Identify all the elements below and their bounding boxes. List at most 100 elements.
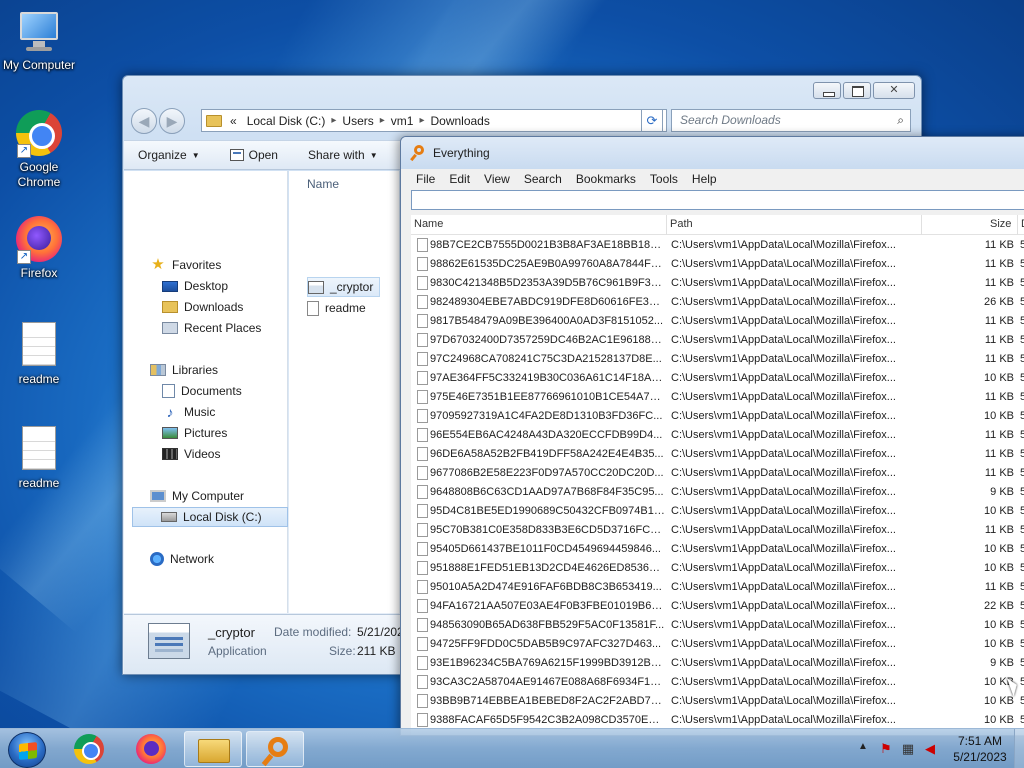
close-button[interactable] <box>873 82 915 99</box>
back-button[interactable]: ◀ <box>131 108 157 134</box>
result-row[interactable]: 94725FF9FDD0C5DAB5B9C97AFC327D463... C:\U… <box>411 635 1024 654</box>
network-status-icon[interactable]: ▦ <box>900 741 916 757</box>
menu-edit[interactable]: Edit <box>442 172 477 186</box>
file-item-readme[interactable]: readme <box>307 298 366 318</box>
taskbar-chrome[interactable] <box>60 731 118 767</box>
show-desktop-button[interactable] <box>1014 729 1024 768</box>
column-header-name[interactable]: Name <box>307 177 339 191</box>
column-header-size[interactable]: Size <box>990 218 1011 230</box>
breadcrumb-vm1[interactable]: vm1 <box>385 114 420 128</box>
open-button[interactable]: Open <box>229 148 278 162</box>
taskbar-explorer[interactable] <box>184 731 242 767</box>
result-row[interactable]: 9830C421348B5D2353A39D5B76C961B9F35... C:… <box>411 274 1024 293</box>
navigation-pane: ★ Favorites Desktop Downloads Recent Plac… <box>124 171 288 613</box>
result-row[interactable]: 93BB9B714EBBEA1BEBED8F2AC2F2ABD7C... C:\U… <box>411 692 1024 711</box>
result-path: C:\Users\vm1\AppData\Local\Mozilla\Firef… <box>671 410 896 422</box>
result-row[interactable]: 9648808B6C63CD1AAD97A7B68F84F35C95... C:\… <box>411 483 1024 502</box>
result-name: 95D4C81BE5ED1990689C50432CFB0974B14... <box>430 505 665 517</box>
nav-favorites[interactable]: ★ Favorites <box>150 255 221 275</box>
everything-search-input[interactable] <box>411 190 1024 210</box>
result-row[interactable]: 97AE364FF5C332419B30C036A61C14F18A3... C:… <box>411 369 1024 388</box>
result-row[interactable]: 95405D661437BE1011F0CD4549694459846... C:… <box>411 540 1024 559</box>
result-row[interactable]: 98B7CE2CB7555D0021B3B8AF3AE18BB180... C:\… <box>411 236 1024 255</box>
nav-desktop[interactable]: Desktop <box>162 276 228 296</box>
nav-recent-places[interactable]: Recent Places <box>162 318 261 338</box>
column-divider[interactable] <box>921 215 922 235</box>
result-row[interactable]: 9677086B2E58E223F0D97A570CC20DC20D... C:\… <box>411 464 1024 483</box>
column-divider[interactable] <box>1017 215 1018 235</box>
result-row[interactable]: 97095927319A1C4FA2DE8D1310B3FD36FC... C:\… <box>411 407 1024 426</box>
result-row[interactable]: 95010A5A2D474E916FAF6BDB8C3B653419... C:\… <box>411 578 1024 597</box>
maximize-button[interactable] <box>843 82 871 99</box>
column-header-name[interactable]: Name <box>414 218 443 230</box>
breadcrumb-downloads[interactable]: Downloads <box>424 114 495 128</box>
result-row[interactable]: 93E1B96234C5BA769A6215F1999BD3912B0... C:… <box>411 654 1024 673</box>
minimize-button[interactable] <box>813 82 841 99</box>
action-center-icon[interactable]: ⚑ <box>878 741 894 757</box>
result-name: 97095927319A1C4FA2DE8D1310B3FD36FC... <box>430 410 663 422</box>
forward-button[interactable]: ▶ <box>159 108 185 134</box>
taskbar-everything[interactable] <box>246 731 304 767</box>
organize-button[interactable]: Organize ▼ <box>138 148 200 162</box>
menu-file[interactable]: File <box>409 172 442 186</box>
computer-icon <box>15 8 63 56</box>
nav-videos[interactable]: Videos <box>162 444 220 464</box>
result-row[interactable]: 97D67032400D7357259DC46B2AC1E961884... C:… <box>411 331 1024 350</box>
result-row[interactable]: 95D4C81BE5ED1990689C50432CFB0974B14... C:… <box>411 502 1024 521</box>
desktop-icon-readme-1[interactable]: readme <box>1 322 77 387</box>
result-row[interactable]: 9817B548479A09BE396400A0AD3F8151052... C:… <box>411 312 1024 331</box>
desktop-icon-google-chrome[interactable]: ↗ Google Chrome <box>1 110 77 190</box>
menu-view[interactable]: View <box>477 172 517 186</box>
address-overflow[interactable]: « <box>226 114 241 128</box>
nav-my-computer[interactable]: My Computer <box>150 486 244 506</box>
result-size: 11 KB <box>984 258 1014 270</box>
desktop-icon-readme-2[interactable]: readme <box>1 426 77 491</box>
desktop-icon-firefox[interactable]: ↗ Firefox <box>1 216 77 281</box>
menu-bookmarks[interactable]: Bookmarks <box>569 172 643 186</box>
nav-pictures[interactable]: Pictures <box>162 423 227 443</box>
taskbar-firefox[interactable] <box>122 731 180 767</box>
result-row[interactable]: 951888E1FED51EB13D2CD4E4626ED853600... C:… <box>411 559 1024 578</box>
refresh-button[interactable]: ⟳ <box>641 109 663 132</box>
file-icon <box>417 542 428 556</box>
result-date-modified: 5 <box>1020 695 1024 707</box>
share-with-button[interactable]: Share with ▼ <box>308 148 378 162</box>
nav-network[interactable]: Network <box>150 549 214 569</box>
result-row[interactable]: 96DE6A58A52B2FB419DFF58A242E4E4B35... C:\… <box>411 445 1024 464</box>
result-row[interactable]: 95C70B381C0E358D833B3E6CD5D3716FC0... C:\… <box>411 521 1024 540</box>
result-row[interactable]: 94FA16721AA507E03AE4F0B3FBE01019B6B... C:… <box>411 597 1024 616</box>
volume-muted-icon[interactable]: ◀ <box>922 741 938 757</box>
search-icon[interactable]: ⌕ <box>897 110 904 131</box>
search-input[interactable]: Search Downloads ⌕ <box>671 109 911 132</box>
result-row[interactable]: 98862E61535DC25AE9B0A99760A8A7844F2... C:… <box>411 255 1024 274</box>
desktop-icon-my-computer[interactable]: My Computer <box>1 8 77 73</box>
menu-search[interactable]: Search <box>517 172 569 186</box>
everything-window[interactable]: Everything File Edit View Search Bookmar… <box>400 136 1024 736</box>
result-row[interactable]: 96E554EB6AC4248A43DA320ECCFDB99D4... C:\U… <box>411 426 1024 445</box>
nav-documents[interactable]: Documents <box>162 381 242 401</box>
result-row[interactable]: 948563090B65AD638FBB529F5AC0F13581F... C:… <box>411 616 1024 635</box>
nav-libraries[interactable]: Libraries <box>150 360 218 380</box>
show-hidden-icons-icon[interactable]: ▲ <box>858 741 868 752</box>
nav-music[interactable]: ♪ Music <box>162 402 216 422</box>
nav-downloads[interactable]: Downloads <box>162 297 243 317</box>
everything-title-bar[interactable]: Everything <box>401 137 1024 169</box>
column-header-path[interactable]: Path <box>670 218 693 230</box>
start-button[interactable] <box>8 732 46 768</box>
result-row[interactable]: 982489304EBE7ABDC919DFE8D60616FE324... C:… <box>411 293 1024 312</box>
menu-tools[interactable]: Tools <box>643 172 685 186</box>
result-path: C:\Users\vm1\AppData\Local\Mozilla\Firef… <box>671 486 896 498</box>
desktop-icon-label: readme <box>18 372 60 386</box>
breadcrumb-local-disk[interactable]: Local Disk (C:) <box>241 114 332 128</box>
menu-help[interactable]: Help <box>685 172 724 186</box>
network-icon <box>150 552 164 566</box>
clock[interactable]: 7:51 AM 5/21/2023 <box>944 733 1016 765</box>
result-row[interactable]: 93CA3C2A58704AE91467E088A68F6934F13... C:… <box>411 673 1024 692</box>
nav-local-disk[interactable]: Local Disk (C:) <box>132 507 288 527</box>
file-item-cryptor[interactable]: _cryptor <box>307 277 381 297</box>
result-row[interactable]: 97C24968CA708241C75C3DA21528137D8E... C:\… <box>411 350 1024 369</box>
breadcrumb-users[interactable]: Users <box>336 114 379 128</box>
column-divider[interactable] <box>666 215 667 235</box>
address-bar[interactable]: « Local Disk (C:) ▸ Users ▸ vm1 ▸ Downlo… <box>201 109 667 132</box>
result-row[interactable]: 975E46E7351B1EE87766961010B1CE54A7E4... C… <box>411 388 1024 407</box>
